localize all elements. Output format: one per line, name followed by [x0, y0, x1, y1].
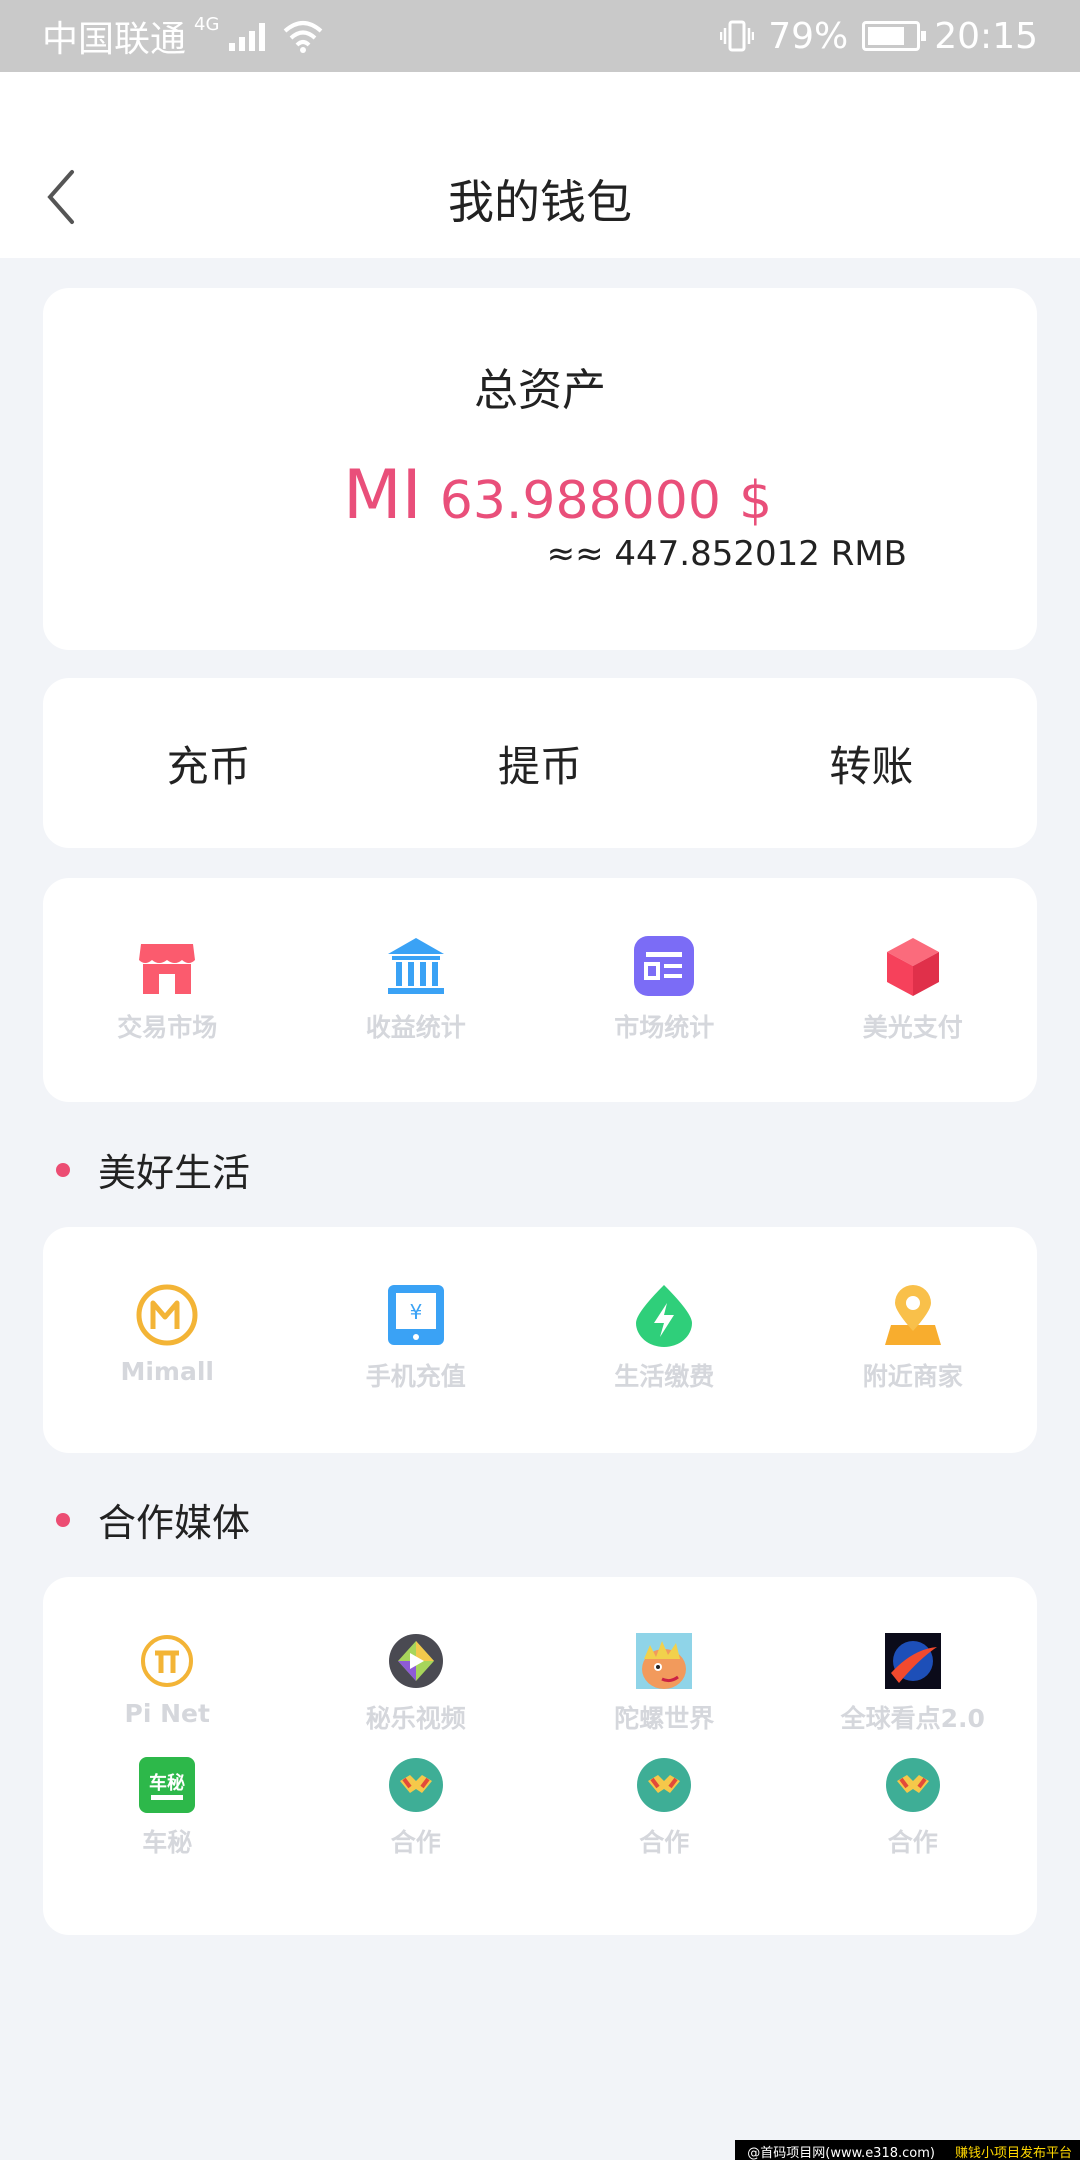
partner-item[interactable]: 合作 — [540, 1757, 789, 1859]
partner-item[interactable]: 合作 — [789, 1757, 1038, 1859]
partner-icon — [637, 1758, 692, 1812]
item-label: 收益统计 — [365, 1013, 466, 1042]
location-pin-icon — [884, 1285, 941, 1345]
item-label: 交易市场 — [117, 1013, 218, 1042]
tuoluo-world-icon — [636, 1633, 693, 1689]
pi-net-item[interactable]: Pi Net — [43, 1633, 292, 1735]
stats-card-icon — [634, 936, 695, 996]
chemi-icon: 车秘 — [139, 1757, 196, 1813]
header-bar: 我的钱包 — [0, 72, 1080, 258]
pi-net-icon — [141, 1635, 194, 1687]
watermark: @首码项目网(www.e318.com) 赚钱小项目发布平台 — [735, 2140, 1080, 2160]
partner-media-card: Pi Net 秘乐视频 陀螺世界 全球看点2.0 车秘 车秘 合作 合作 合作 — [43, 1577, 1037, 1935]
svg-text:¥: ¥ — [409, 1300, 422, 1324]
partner-icon — [885, 1758, 940, 1812]
status-bar: 中国联通 4G 79% 20:15 — [0, 0, 1080, 72]
bank-icon — [387, 938, 444, 994]
watermark-left: @首码项目网(www.e318.com) — [735, 2140, 947, 2160]
rmb-equivalent: ≈≈ 447.852012 RMB — [546, 534, 907, 574]
vibrate-icon — [720, 20, 755, 52]
earnings-stats-item[interactable]: 收益统计 — [292, 934, 541, 1044]
item-label: Pi Net — [124, 1699, 210, 1728]
tools-card: 交易市场 收益统计 市场统计 美光支付 — [43, 878, 1037, 1102]
total-assets-label: 总资产 — [474, 365, 606, 416]
section-header-life: 美好生活 — [56, 1142, 250, 1197]
network-type: 4G — [194, 13, 220, 35]
nearby-merchants-item[interactable]: 附近商家 — [789, 1283, 1038, 1393]
mimall-item[interactable]: Mimall — [43, 1283, 292, 1393]
total-assets-card: 总资产 MI 63.988000 $ ≈≈ 447.852012 RMB — [43, 288, 1037, 650]
partner-icon — [388, 1758, 443, 1812]
global-watch-icon — [884, 1633, 941, 1689]
section-dot — [56, 1162, 70, 1177]
item-label: 美光支付 — [862, 1013, 963, 1042]
mile-video-item[interactable]: 秘乐视频 — [292, 1633, 541, 1735]
phone-recharge-icon: ¥ — [387, 1285, 444, 1345]
item-label: 附近商家 — [862, 1362, 963, 1391]
life-services-card: Mimall ¥ 手机充值 生活缴费 附近商家 — [43, 1227, 1037, 1453]
item-label: 陀螺世界 — [614, 1704, 715, 1733]
global-watch-item[interactable]: 全球看点2.0 — [789, 1633, 1038, 1735]
amount-value: 63.988000 — [439, 471, 721, 531]
item-label: 秘乐视频 — [365, 1704, 466, 1733]
chemi-item[interactable]: 车秘 车秘 — [43, 1757, 292, 1859]
section-dot — [56, 1512, 70, 1527]
item-label: 全球看点2.0 — [840, 1704, 985, 1733]
clock: 20:15 — [934, 15, 1038, 57]
section-title: 合作媒体 — [98, 1501, 251, 1545]
transfer-button[interactable]: 转账 — [706, 733, 1037, 794]
carrier-name: 中国联通 — [42, 19, 187, 60]
section-title: 美好生活 — [98, 1151, 251, 1195]
tuoluo-world-item[interactable]: 陀螺世界 — [540, 1633, 789, 1735]
item-label: 合作 — [390, 1828, 441, 1857]
wifi-icon — [284, 21, 323, 53]
asset-amount: MI 63.988000 $ — [343, 456, 772, 535]
item-label: 市场统计 — [614, 1013, 715, 1042]
market-stats-item[interactable]: 市场统计 — [540, 934, 789, 1044]
currency-symbol: MI — [343, 456, 422, 535]
battery-percent: 79% — [768, 15, 849, 57]
signal-icon — [229, 21, 266, 51]
cube-icon — [886, 938, 939, 996]
item-label: 合作 — [887, 1828, 938, 1857]
amount-unit: $ — [738, 471, 773, 531]
mile-video-icon — [388, 1634, 443, 1688]
wallet-actions: 充币 提币 转账 — [43, 678, 1037, 848]
phone-recharge-item[interactable]: ¥ 手机充值 — [292, 1283, 541, 1393]
item-label: 合作 — [639, 1828, 690, 1857]
partner-item[interactable]: 合作 — [292, 1757, 541, 1859]
page-title: 我的钱包 — [448, 175, 632, 229]
mimall-icon — [136, 1284, 198, 1346]
utility-payment-item[interactable]: 生活缴费 — [540, 1283, 789, 1393]
trade-market-item[interactable]: 交易市场 — [43, 934, 292, 1044]
item-label: 车秘 — [142, 1828, 193, 1857]
deposit-button[interactable]: 充币 — [43, 733, 374, 794]
item-label: Mimall — [120, 1357, 214, 1386]
section-header-media: 合作媒体 — [56, 1492, 250, 1547]
battery-icon — [862, 21, 927, 51]
svg-text:车秘: 车秘 — [149, 1772, 185, 1794]
item-label: 生活缴费 — [614, 1362, 715, 1391]
meiguang-pay-item[interactable]: 美光支付 — [789, 934, 1038, 1044]
withdraw-button[interactable]: 提币 — [374, 733, 705, 794]
watermark-right: 赚钱小项目发布平台 — [946, 2140, 1080, 2160]
shop-icon — [139, 944, 196, 994]
item-label: 手机充值 — [365, 1362, 466, 1391]
bolt-drop-icon — [636, 1285, 693, 1347]
